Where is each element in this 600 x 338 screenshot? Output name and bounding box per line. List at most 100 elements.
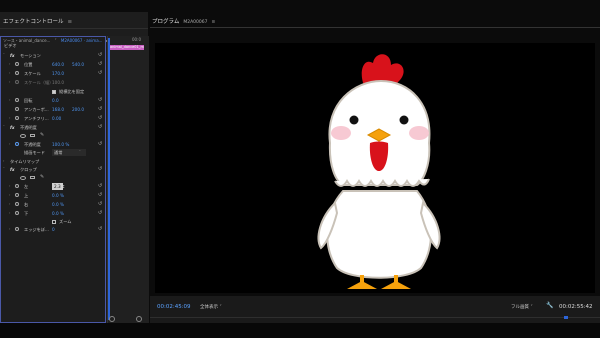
reset-icon[interactable]: ↺ bbox=[98, 61, 102, 68]
chevron-right-icon[interactable]: › bbox=[9, 97, 10, 104]
wrench-icon[interactable]: 🔧 bbox=[546, 302, 553, 309]
current-timecode[interactable]: 00:02:45:09 bbox=[157, 304, 191, 310]
reset-icon[interactable]: ↺ bbox=[98, 115, 102, 122]
crop-left-label: 左 bbox=[24, 184, 29, 189]
playhead[interactable] bbox=[108, 38, 110, 320]
opacity-effect-row[interactable]: ˅ fx 不透明度 ↺ bbox=[0, 124, 106, 131]
chevron-right-icon[interactable]: › bbox=[9, 210, 10, 217]
scale-value[interactable]: 170.0 bbox=[52, 70, 64, 77]
fx-icon[interactable]: fx bbox=[10, 124, 15, 131]
crop-right-value[interactable]: 0.0 % bbox=[52, 201, 64, 208]
program-monitor-header: プログラム M2A00067 ≡ bbox=[152, 17, 215, 25]
reset-icon[interactable]: ↺ bbox=[98, 97, 102, 104]
antiflicker-row: › アンチフリ... 0.00 ↺ bbox=[0, 115, 106, 122]
fx-icon[interactable]: fx bbox=[10, 166, 15, 173]
panel-title[interactable]: エフェクトコントロール bbox=[3, 19, 64, 25]
chevron-down-icon[interactable]: ˅ bbox=[79, 149, 81, 156]
ellipse-mask-icon[interactable] bbox=[20, 175, 26, 180]
chevron-down-icon[interactable]: ˅ bbox=[3, 166, 5, 173]
chevron-down-icon[interactable]: ˅ bbox=[3, 52, 5, 59]
reset-icon[interactable]: ↺ bbox=[98, 226, 102, 233]
chevron-right-icon[interactable]: › bbox=[9, 115, 10, 122]
edge-feather-value[interactable]: 0 bbox=[52, 226, 55, 233]
rectangle-mask-icon[interactable] bbox=[30, 133, 35, 137]
reset-icon[interactable]: ↺ bbox=[98, 124, 102, 131]
stopwatch-icon[interactable] bbox=[15, 116, 19, 120]
panel-menu-icon[interactable]: ≡ bbox=[211, 20, 215, 25]
monitor-playhead[interactable] bbox=[564, 316, 568, 319]
zoom-row: ズーム bbox=[0, 218, 106, 225]
chevron-right-icon[interactable]: › bbox=[9, 183, 10, 190]
time-remap-row[interactable]: › タイムリマップ bbox=[0, 158, 106, 165]
position-y-value[interactable]: 540.0 bbox=[72, 61, 84, 68]
section-video-label: ビデオ bbox=[4, 43, 17, 48]
anchor-x-value[interactable]: 168.0 bbox=[52, 106, 64, 113]
sequence-name[interactable]: M2A00067 bbox=[183, 20, 207, 25]
ellipse-mask-icon[interactable] bbox=[20, 133, 26, 138]
fx-icon[interactable]: fx bbox=[10, 52, 15, 59]
stopwatch-icon[interactable] bbox=[15, 184, 19, 188]
clip-bar[interactable]: animal_dance01_m bbox=[109, 45, 144, 50]
stopwatch-icon[interactable] bbox=[15, 227, 19, 231]
crop-top-value[interactable]: 0.0 % bbox=[52, 192, 64, 199]
crop-effect-row[interactable]: ˅ fx クロップ ↺ bbox=[0, 166, 106, 173]
stopwatch-icon[interactable] bbox=[15, 71, 19, 75]
zoom-scroll-handle-left[interactable] bbox=[109, 316, 115, 322]
reset-icon[interactable]: ↺ bbox=[98, 52, 102, 59]
chevron-right-icon[interactable]: › bbox=[3, 158, 4, 165]
panel-menu-icon[interactable]: ≡ bbox=[68, 19, 73, 25]
reset-icon[interactable]: ↺ bbox=[98, 192, 102, 199]
pen-icon[interactable]: ✎ bbox=[40, 132, 44, 139]
reset-icon[interactable]: ↺ bbox=[98, 141, 102, 148]
rectangle-mask-icon[interactable] bbox=[30, 175, 35, 179]
blend-mode-value: 通常 bbox=[54, 150, 63, 155]
timeline-timecode: 00:0 bbox=[132, 37, 141, 42]
reset-icon[interactable]: ↺ bbox=[98, 166, 102, 173]
chevron-right-icon[interactable]: › bbox=[9, 192, 10, 199]
reset-icon[interactable]: ↺ bbox=[98, 210, 102, 217]
reset-icon[interactable]: ↺ bbox=[98, 183, 102, 190]
blend-mode-label: 描画モード bbox=[24, 150, 45, 155]
opacity-value[interactable]: 100.0 % bbox=[52, 141, 69, 148]
chevron-right-icon[interactable]: › bbox=[9, 141, 10, 148]
reset-icon[interactable]: ↺ bbox=[98, 201, 102, 208]
uniform-scale-checkbox[interactable] bbox=[52, 89, 56, 94]
stopwatch-icon[interactable] bbox=[15, 211, 19, 215]
chevron-right-icon[interactable]: › bbox=[9, 201, 10, 208]
crop-right-row: › 右 0.0 % ↺ bbox=[0, 201, 106, 208]
chevron-right-icon[interactable]: › bbox=[9, 61, 10, 68]
time-remap-label: タイムリマップ bbox=[10, 159, 40, 164]
quality-dropdown[interactable]: フル画質 ˅ bbox=[511, 304, 533, 310]
crop-bottom-value[interactable]: 0.0 % bbox=[52, 210, 64, 217]
fit-dropdown[interactable]: 全体表示 ˅ bbox=[200, 304, 222, 310]
reset-icon[interactable]: ↺ bbox=[98, 70, 102, 77]
position-x-value[interactable]: 640.0 bbox=[52, 61, 64, 68]
program-title[interactable]: プログラム bbox=[152, 19, 179, 25]
stopwatch-icon[interactable] bbox=[15, 202, 19, 206]
stopwatch-icon bbox=[15, 80, 19, 84]
anchor-y-value[interactable]: 200.0 bbox=[72, 106, 84, 113]
effect-timeline[interactable]: 00:0 animal_dance01_m bbox=[107, 36, 149, 323]
chevron-right-icon[interactable]: › bbox=[9, 226, 10, 233]
stopwatch-icon[interactable] bbox=[15, 142, 19, 146]
top-bar bbox=[0, 0, 600, 12]
stopwatch-icon[interactable] bbox=[15, 62, 19, 66]
zoom-checkbox[interactable] bbox=[52, 219, 56, 224]
antiflicker-value[interactable]: 0.00 bbox=[52, 115, 61, 122]
opacity-label: 不透明度 bbox=[24, 142, 41, 147]
stopwatch-icon[interactable] bbox=[15, 98, 19, 102]
stopwatch-icon[interactable] bbox=[15, 193, 19, 197]
reset-icon[interactable]: ↺ bbox=[98, 106, 102, 113]
effect-controls-panel: エフェクトコントロール ≡ ソース・animal_dance... ˅ M2A00… bbox=[0, 12, 149, 323]
zoom-scroll-handle-right[interactable] bbox=[136, 316, 142, 322]
stopwatch-icon[interactable] bbox=[15, 107, 19, 111]
pen-icon[interactable]: ✎ bbox=[40, 174, 44, 181]
chevron-right-icon[interactable]: › bbox=[9, 79, 10, 86]
chevron-right-icon[interactable]: › bbox=[9, 70, 10, 77]
motion-row[interactable]: ˅ fx モーション ↺ bbox=[0, 52, 106, 59]
program-monitor-viewer[interactable] bbox=[155, 43, 595, 293]
monitor-timeline-ruler[interactable] bbox=[150, 317, 600, 318]
rotation-value[interactable]: 0.0 bbox=[52, 97, 59, 104]
video-section-row: ビデオ bbox=[0, 42, 106, 49]
chevron-down-icon[interactable]: ˅ bbox=[3, 124, 5, 131]
